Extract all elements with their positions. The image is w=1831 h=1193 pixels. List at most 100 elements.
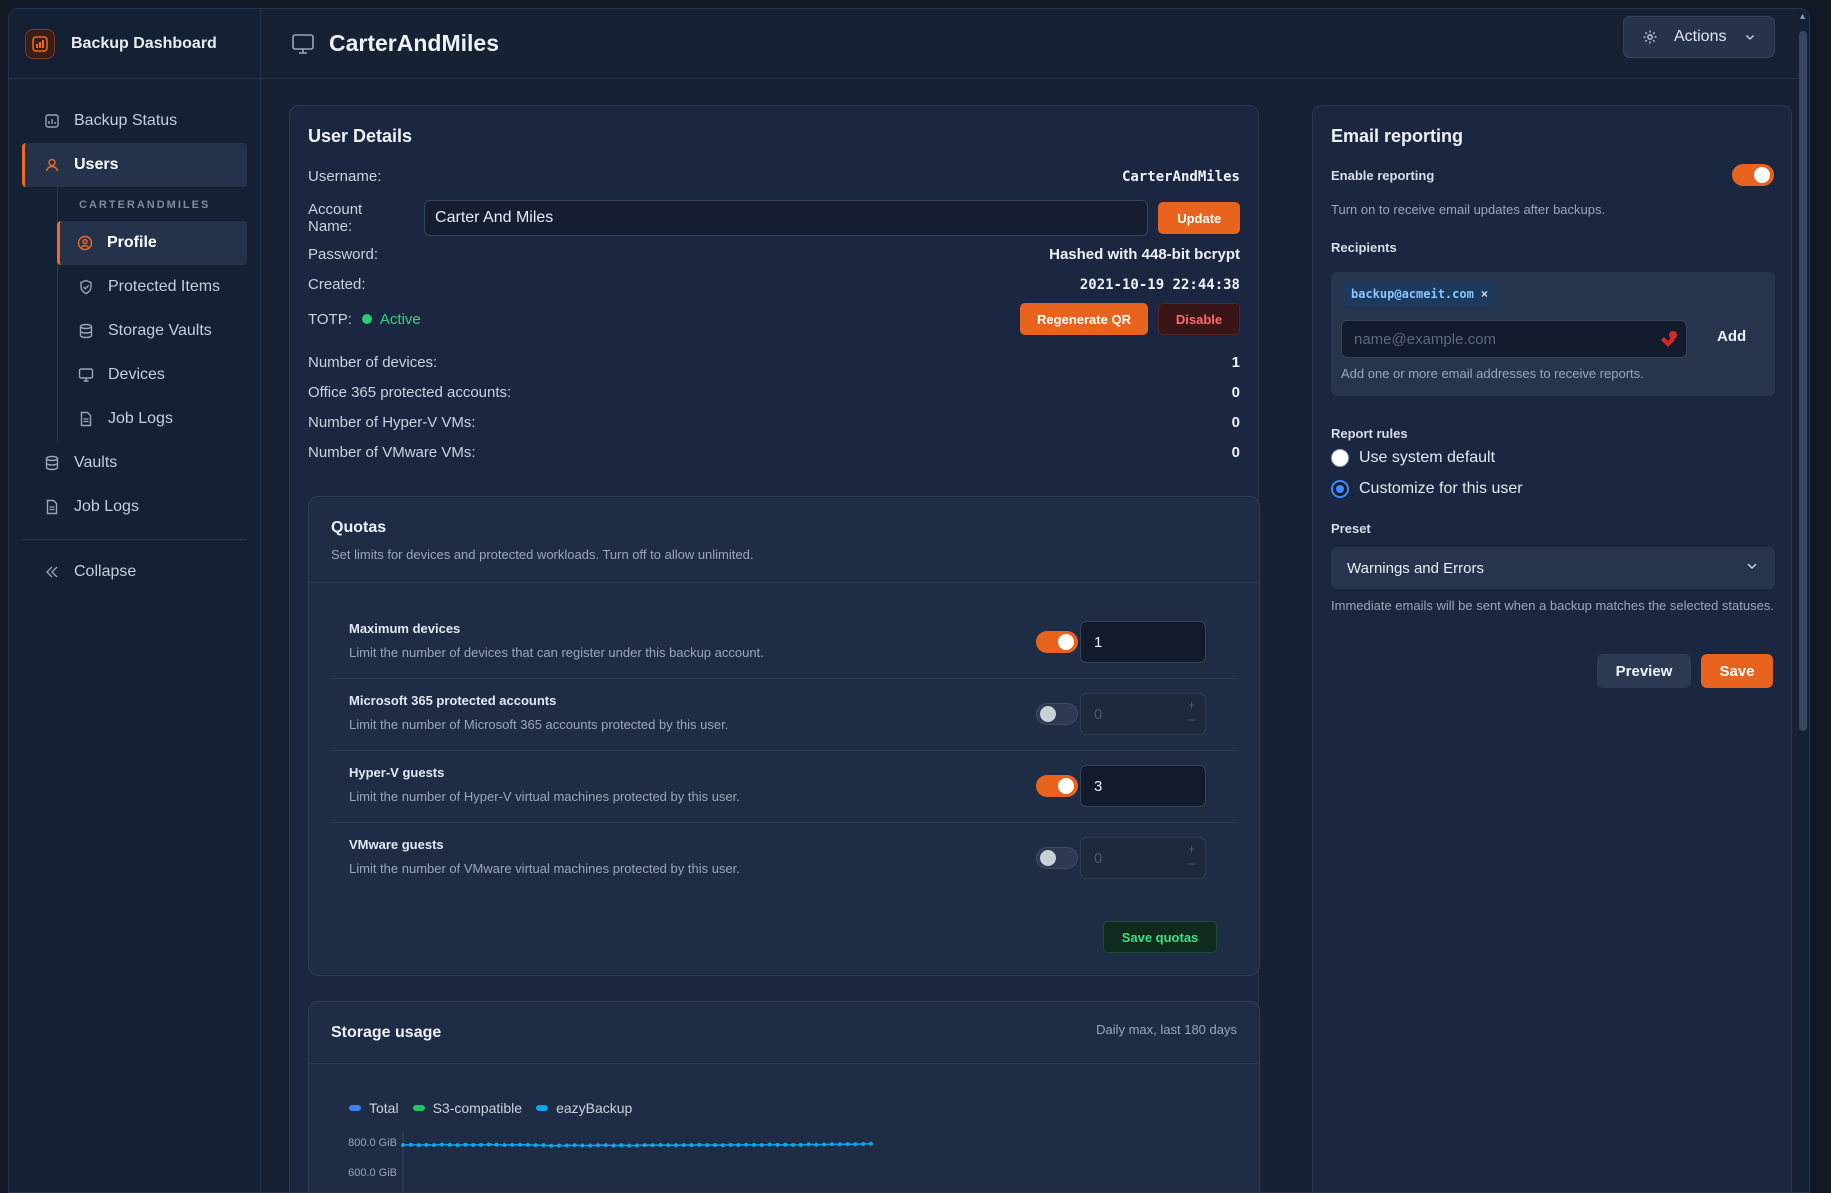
- collapse-button[interactable]: Collapse: [22, 550, 247, 594]
- data-point[interactable]: [705, 1143, 710, 1148]
- data-point[interactable]: [416, 1143, 421, 1148]
- data-point[interactable]: [845, 1142, 850, 1147]
- preset-select[interactable]: Warnings and Errors: [1331, 547, 1775, 589]
- data-point[interactable]: [564, 1143, 569, 1148]
- stepper-icon[interactable]: + −: [1188, 842, 1195, 872]
- preview-button[interactable]: Preview: [1597, 654, 1691, 688]
- save-quotas-button[interactable]: Save quotas: [1103, 921, 1217, 953]
- legend-item[interactable]: eazyBackup: [536, 1100, 632, 1116]
- data-point[interactable]: [408, 1142, 413, 1147]
- data-point[interactable]: [549, 1143, 554, 1148]
- data-point[interactable]: [798, 1142, 803, 1147]
- data-point[interactable]: [752, 1142, 756, 1147]
- actions-button[interactable]: Actions: [1623, 16, 1775, 58]
- data-point[interactable]: [603, 1143, 608, 1148]
- account-name-input[interactable]: Carter And Miles: [424, 200, 1149, 236]
- remove-chip-icon[interactable]: ×: [1481, 287, 1488, 301]
- data-point[interactable]: [775, 1142, 780, 1147]
- data-point[interactable]: [424, 1142, 429, 1147]
- data-point[interactable]: [728, 1142, 733, 1147]
- data-point[interactable]: [830, 1142, 834, 1147]
- data-point[interactable]: [557, 1143, 561, 1148]
- data-point[interactable]: [720, 1143, 725, 1148]
- data-point[interactable]: [666, 1143, 671, 1148]
- recipient-chip[interactable]: backup@acmeit.com ×: [1343, 282, 1496, 306]
- data-point[interactable]: [486, 1142, 491, 1147]
- brand[interactable]: Backup Dashboard: [9, 9, 260, 79]
- data-point[interactable]: [853, 1142, 858, 1147]
- recipient-email-input[interactable]: name@example.com: [1341, 320, 1687, 358]
- radio-button-checked[interactable]: [1331, 480, 1349, 498]
- data-point[interactable]: [525, 1142, 530, 1147]
- data-point[interactable]: [783, 1142, 788, 1147]
- sidebar-item-devices[interactable]: Devices: [58, 353, 247, 397]
- sidebar-item-job-logs[interactable]: Job Logs: [22, 485, 247, 529]
- scroll-up-icon[interactable]: ▲: [1798, 11, 1807, 21]
- update-button[interactable]: Update: [1158, 202, 1241, 234]
- data-point[interactable]: [518, 1142, 522, 1147]
- stepper-icon[interactable]: + −: [1188, 698, 1195, 728]
- data-point[interactable]: [869, 1141, 873, 1146]
- data-point[interactable]: [674, 1143, 678, 1148]
- rule-customize[interactable]: Customize for this user: [1331, 480, 1523, 498]
- data-point[interactable]: [861, 1141, 866, 1146]
- scrollbar-thumb[interactable]: [1799, 31, 1807, 731]
- data-point[interactable]: [814, 1142, 819, 1147]
- data-point[interactable]: [619, 1143, 624, 1148]
- data-point[interactable]: [479, 1142, 483, 1147]
- data-point[interactable]: [681, 1143, 686, 1147]
- quota-toggle[interactable]: [1036, 631, 1078, 653]
- data-point[interactable]: [791, 1143, 795, 1147]
- data-point[interactable]: [541, 1143, 546, 1148]
- quota-value-input[interactable]: 0 + −: [1080, 837, 1206, 879]
- password-manager-icon[interactable]: [1658, 330, 1678, 350]
- data-point[interactable]: [401, 1143, 405, 1147]
- data-point[interactable]: [822, 1142, 827, 1147]
- quota-toggle[interactable]: [1036, 775, 1078, 797]
- sidebar-item-users[interactable]: Users: [22, 143, 247, 187]
- sidebar-item-backup-status[interactable]: Backup Status: [22, 99, 247, 143]
- data-point[interactable]: [463, 1142, 468, 1147]
- data-point[interactable]: [627, 1143, 632, 1148]
- quota-value-input[interactable]: 1: [1080, 621, 1206, 663]
- enable-reporting-toggle[interactable]: [1732, 164, 1774, 186]
- legend-item[interactable]: Total: [349, 1100, 399, 1116]
- disable-totp-button[interactable]: Disable: [1158, 303, 1240, 335]
- quota-toggle[interactable]: [1036, 703, 1078, 725]
- data-point[interactable]: [744, 1142, 749, 1147]
- data-point[interactable]: [837, 1142, 842, 1147]
- sidebar-item-user-job-logs[interactable]: Job Logs: [58, 397, 247, 441]
- quota-value-input[interactable]: 0 + −: [1080, 693, 1206, 735]
- data-point[interactable]: [533, 1143, 538, 1148]
- data-point[interactable]: [580, 1143, 585, 1148]
- data-point[interactable]: [588, 1143, 593, 1148]
- sidebar-item-profile[interactable]: Profile: [57, 221, 247, 265]
- data-point[interactable]: [510, 1142, 515, 1147]
- data-point[interactable]: [611, 1143, 616, 1148]
- data-point[interactable]: [642, 1143, 647, 1148]
- data-point[interactable]: [736, 1143, 741, 1147]
- scrollbar[interactable]: ▲: [1797, 9, 1809, 1192]
- sidebar-item-storage-vaults[interactable]: Storage Vaults: [58, 309, 247, 353]
- data-point[interactable]: [658, 1143, 663, 1147]
- data-point[interactable]: [432, 1143, 437, 1147]
- save-button[interactable]: Save: [1701, 654, 1773, 688]
- data-point[interactable]: [713, 1143, 717, 1147]
- regenerate-qr-button[interactable]: Regenerate QR: [1020, 303, 1148, 335]
- rule-system-default[interactable]: Use system default: [1331, 449, 1495, 467]
- data-point[interactable]: [596, 1143, 600, 1148]
- data-point[interactable]: [759, 1143, 764, 1147]
- data-point[interactable]: [572, 1143, 577, 1148]
- data-point[interactable]: [635, 1143, 639, 1148]
- data-point[interactable]: [650, 1143, 655, 1148]
- radio-button[interactable]: [1331, 449, 1349, 467]
- quota-toggle[interactable]: [1036, 847, 1078, 869]
- data-point[interactable]: [440, 1142, 444, 1147]
- legend-item[interactable]: S3-compatible: [412, 1100, 522, 1116]
- data-point[interactable]: [689, 1143, 694, 1148]
- data-point[interactable]: [447, 1142, 452, 1147]
- sidebar-item-vaults[interactable]: Vaults: [22, 441, 247, 485]
- sidebar-item-protected-items[interactable]: Protected Items: [58, 265, 247, 309]
- data-point[interactable]: [697, 1142, 702, 1147]
- data-point[interactable]: [455, 1143, 460, 1148]
